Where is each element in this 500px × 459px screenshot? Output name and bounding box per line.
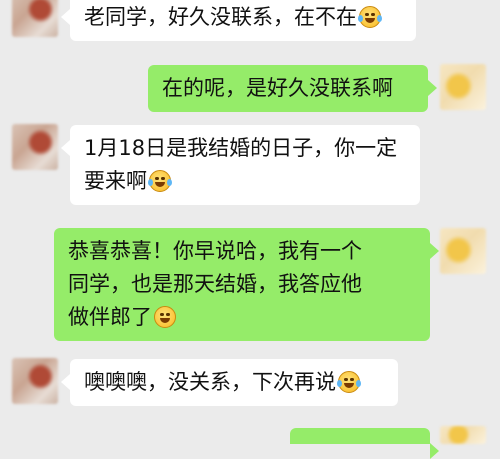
laugh-cry-emoji-icon [148, 170, 172, 192]
message-text: 在的呢，是好久没联系啊 [162, 76, 393, 100]
message-bubble-outgoing[interactable]: 恭喜恭喜！你早说哈，我有一个 同学，也是那天结婚，我答应他 做伴郎了 [54, 228, 439, 341]
message-bubble-incoming[interactable]: 噢噢噢，没关系，下次再说 [61, 359, 398, 406]
message-bubble-outgoing[interactable]: 在的呢，是好久没联系啊 [148, 65, 437, 112]
message-bubble-incoming[interactable]: 1月18日是我结婚的日子，你一定 要来啊 [61, 125, 420, 205]
laugh-cry-emoji-icon [358, 6, 382, 28]
contact-avatar[interactable] [12, 124, 58, 170]
message-text-line: 同学，也是那天结婚，我答应他 [68, 272, 362, 296]
message-text-line: 要来啊 [84, 165, 406, 198]
my-avatar[interactable] [440, 64, 486, 110]
message-text: 噢噢噢，没关系，下次再说 [84, 366, 384, 399]
smile-emoji-icon [154, 306, 176, 328]
message-bubble-incoming[interactable]: 老同学，好久没联系，在不在 [61, 0, 416, 41]
message-text-line: 1月18日是我结婚的日子，你一定 [84, 136, 398, 160]
contact-avatar[interactable] [12, 0, 58, 37]
message-bubble-outgoing[interactable] [290, 428, 439, 459]
my-avatar[interactable] [440, 228, 486, 274]
message-text: 老同学，好久没联系，在不在 [84, 1, 402, 34]
chat-conversation: 老同学，好久没联系，在不在 在的呢，是好久没联系啊 1月18日是我结婚的日子，你… [0, 0, 500, 459]
message-text-line: 恭喜恭喜！你早说哈，我有一个 [68, 239, 362, 263]
contact-avatar[interactable] [12, 358, 58, 404]
laugh-cry-emoji-icon [337, 371, 361, 393]
message-text-line: 做伴郎了 [68, 301, 416, 334]
my-avatar[interactable] [440, 426, 486, 444]
